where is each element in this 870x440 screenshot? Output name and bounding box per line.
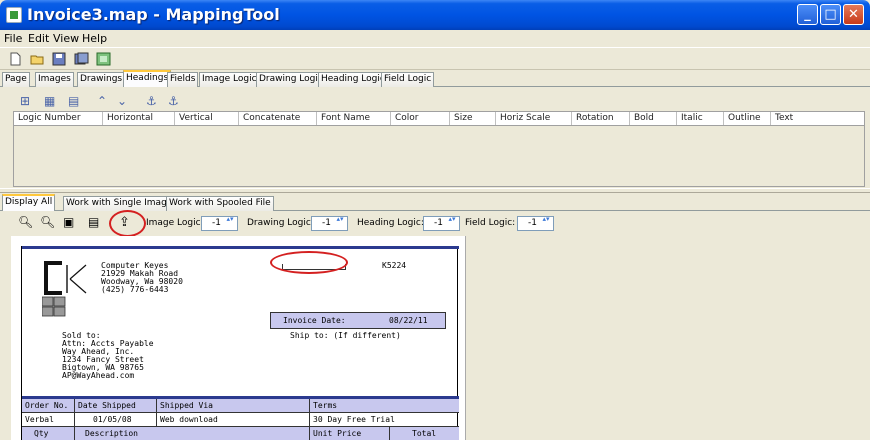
column-header[interactable]: Outline (724, 112, 771, 125)
table-cell: Date Shipped (75, 399, 157, 413)
column-header[interactable]: Size (450, 112, 496, 125)
tab-drawing-logic[interactable]: Drawing Logic (256, 72, 326, 87)
save-icon[interactable] (52, 52, 67, 66)
image-logic-label: Image Logic: (146, 218, 204, 228)
column-header[interactable]: Logic Number (14, 112, 103, 125)
invoice-document: Computer Keyes 21929 Makah Road Woodway,… (21, 246, 459, 440)
column-header[interactable]: Color (391, 112, 450, 125)
table-header: Logic Number Horizontal Vertical Concate… (14, 112, 864, 126)
move-down-icon[interactable]: ⌄ (117, 94, 127, 108)
ship-to-heading: Ship to: (If different) (290, 331, 401, 340)
tab-fields[interactable]: Fields (167, 72, 199, 87)
document-top-rule (22, 246, 459, 249)
app-icon (6, 7, 22, 23)
invoice-date-value: 08/22/11 (389, 316, 428, 325)
sold-to-line: AP@WayAhead.com (62, 371, 135, 380)
table-cell: Terms (313, 401, 338, 410)
window-title: Invoice3.map - MappingTool (27, 5, 280, 24)
close-button[interactable]: ✕ (843, 4, 864, 25)
table-cell: Total (412, 429, 437, 438)
drawing-logic-label: Drawing Logic: (247, 218, 314, 228)
headings-toolbar: ⊞ ▦ ▤ ⌃ ⌄ ⚓ ⚓ (0, 90, 870, 112)
order-header-row: Order No. Date Shipped Shipped Via Terms (22, 399, 459, 413)
field-highlight-circle (270, 251, 348, 274)
pane-splitter[interactable] (0, 188, 870, 193)
field-logic-label: Field Logic: (465, 218, 516, 228)
tab-image-logic[interactable]: Image Logic (199, 72, 260, 87)
insert-row-icon[interactable]: ▦ (44, 94, 55, 108)
fit-page-icon[interactable]: ▣ (63, 215, 74, 229)
upload-highlight-circle (109, 210, 146, 237)
table-cell: Order No. (22, 399, 75, 413)
column-header[interactable]: Italic (677, 112, 724, 125)
menu-view[interactable]: View (53, 32, 79, 45)
open-folder-icon[interactable] (30, 52, 45, 66)
menu-edit[interactable]: Edit (28, 32, 49, 45)
anchor-all-icon[interactable]: ⚓ (168, 94, 179, 108)
order-data-row: Verbal 01/05/08 Web download 30 Day Free… (22, 413, 459, 427)
anchor-icon[interactable]: ⚓ (146, 94, 157, 108)
menu-help[interactable]: Help (82, 32, 107, 45)
preview-icon[interactable] (96, 52, 111, 66)
tab-display-all[interactable]: Display All (2, 194, 56, 211)
column-header[interactable]: Concatenate (239, 112, 317, 125)
table-cell: Web download (157, 413, 310, 427)
table-cell: Qty (22, 427, 75, 440)
zoom-out-icon[interactable]: 🔍︎ (18, 215, 33, 229)
image-logic-spinner[interactable]: -1 (201, 216, 238, 231)
table-cell: 01/05/08 (75, 413, 157, 427)
minimize-button[interactable]: _ (797, 4, 818, 25)
right-empty-pane (466, 236, 870, 440)
drawing-logic-spinner[interactable]: -1 (311, 216, 348, 231)
table-cell: 30 Day Free Trial (313, 415, 395, 424)
table-cell: Description (75, 427, 310, 440)
headings-table[interactable]: Logic Number Horizontal Vertical Concate… (13, 111, 865, 187)
column-header[interactable]: Bold (630, 112, 677, 125)
heading-logic-label: Heading Logic: (357, 218, 424, 228)
item-header-row: Qty Description Unit Price Total (22, 427, 459, 440)
heading-logic-spinner[interactable]: -1 (423, 216, 460, 231)
top-tab-strip: Page Images Drawings Headings Fields Ima… (0, 70, 870, 87)
column-header[interactable]: Vertical (175, 112, 239, 125)
tab-field-logic[interactable]: Field Logic (381, 72, 435, 87)
new-file-icon[interactable] (8, 52, 23, 66)
column-header[interactable]: Rotation (572, 112, 630, 125)
refresh-icon[interactable]: ▤ (88, 215, 99, 229)
column-header[interactable]: Horiz Scale (496, 112, 572, 125)
tab-images[interactable]: Images (35, 72, 74, 87)
menu-file[interactable]: File (4, 32, 22, 45)
tab-spooled-file[interactable]: Work with Spooled File (166, 196, 274, 211)
bottom-tab-strip: Display All Work with Single Image Work … (0, 194, 870, 211)
invoice-date-label: Invoice Date: (283, 316, 346, 325)
tab-page[interactable]: Page (2, 72, 30, 87)
delete-row-icon[interactable]: ▤ (68, 94, 79, 108)
tab-heading-logic[interactable]: Heading Logic (318, 72, 388, 87)
field-logic-spinner[interactable]: -1 (517, 216, 554, 231)
move-up-icon[interactable]: ⌃ (97, 94, 107, 108)
column-header[interactable]: Horizontal (103, 112, 175, 125)
table-cell: Verbal (22, 413, 75, 427)
document-code: K5224 (382, 261, 407, 270)
column-header[interactable]: Font Name (317, 112, 391, 125)
add-row-icon[interactable]: ⊞ (20, 94, 30, 108)
invoice-date-box: Invoice Date: 08/22/11 (270, 312, 446, 329)
tab-single-image[interactable]: Work with Single Image (63, 196, 176, 211)
table-cell: Shipped Via (157, 399, 310, 413)
column-header[interactable]: Text (771, 112, 864, 125)
company-logo (42, 261, 87, 317)
tab-headings[interactable]: Headings (123, 70, 172, 87)
tab-drawings[interactable]: Drawings (77, 72, 126, 87)
zoom-in-icon[interactable]: 🔍︎ (40, 215, 55, 229)
table-cell: Unit Price (310, 427, 390, 440)
maximize-button[interactable]: □ (820, 4, 841, 25)
menu-bar: File Edit View Help (0, 30, 870, 47)
main-toolbar (0, 47, 870, 70)
company-phone: (425) 776-6443 (101, 285, 169, 294)
invoice-viewer[interactable]: Computer Keyes 21929 Makah Road Woodway,… (11, 236, 466, 440)
title-bar: Invoice3.map - MappingTool _ □ ✕ (0, 0, 870, 30)
save-as-icon[interactable] (74, 52, 89, 66)
